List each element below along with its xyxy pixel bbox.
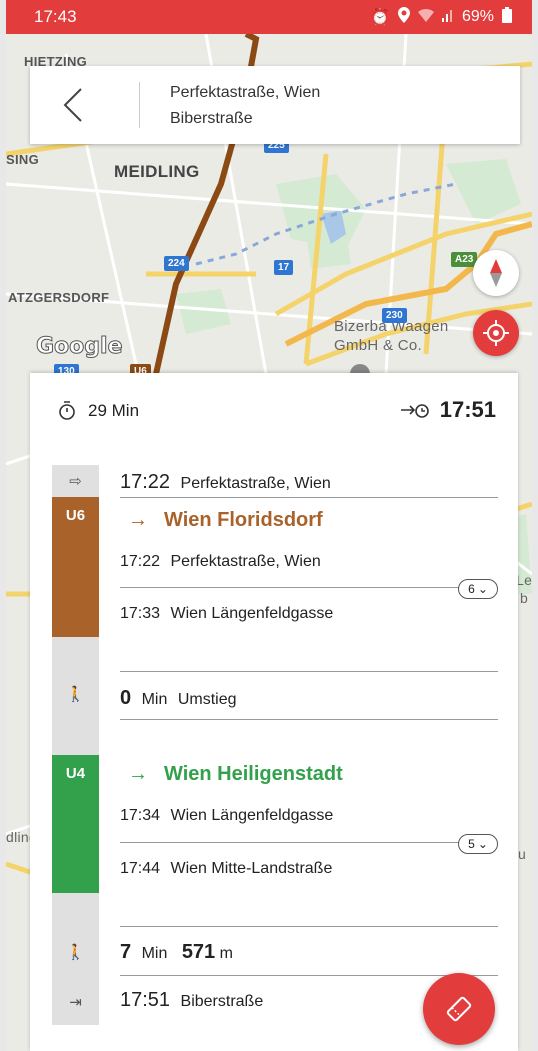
route-summary: 29 Min 17:51 [30,373,518,449]
map-label-u: u [518,846,527,862]
walk-distance-unit: m [219,945,233,962]
walk-icon: 🚶 [66,944,85,961]
battery-icon [502,6,512,28]
wifi-icon [417,8,434,27]
divider [120,587,478,588]
compass-icon [490,259,502,287]
u6-to: 17:33 Wien Längenfeldgasse [120,605,498,623]
u4-stops-count: 5 [468,837,475,851]
u4-from-stop: Wien Längenfeldgasse [170,807,334,824]
u4-direction-label: Wien Heiligenstadt [164,763,343,785]
map-label-poi-2: GmbH & Co. [334,337,423,354]
u4-to-stop: Wien Mitte-Landstraße [170,860,333,877]
line-u4-badge: U4 [65,765,86,782]
u4-from: 17:34 Wien Längenfeldgasse [120,807,498,825]
road-shield-230: 230 [382,308,407,323]
transfer-label: Umstieg [177,691,237,708]
transfer: 0 Min Umstieg [120,687,498,710]
chevron-down-icon: ⌄ [477,837,488,851]
ticket-icon [446,996,472,1022]
road-shield-17: 17 [274,260,294,275]
walk-icon: 🚶 [66,686,85,703]
divider [120,926,498,927]
divider [120,719,498,720]
transfer-unit: Min [141,691,168,708]
my-location-button[interactable] [473,310,519,356]
u6-direction[interactable]: → Wien Floridsdorf [128,509,323,532]
u6-to-stop: Wien Längenfeldgasse [170,605,334,622]
start-icon: ⇨ [69,473,82,490]
u6-stops-count: 6 [468,582,475,596]
compass-button[interactable] [473,250,519,296]
rail-u4: U4 [52,755,99,893]
stopwatch-icon [59,401,75,420]
road-shield-224: 224 [164,256,189,271]
divider [120,497,498,498]
origin-field[interactable]: Perfektastraße, Wien [170,84,320,102]
end-icon: ⇥ [69,994,82,1011]
divider [120,671,498,672]
line-u6-badge: U6 [65,507,86,524]
arrival-time: 17:51 [439,397,496,422]
map-label-leo: Leo [516,572,532,588]
transfer-minutes: 0 [120,687,132,709]
end-stop: Biberstraße [180,993,264,1010]
arrival-icon [400,404,429,418]
signal-icon [441,8,454,27]
status-bar: 17:43 ⏰ 69% [6,0,532,34]
walk-distance: 571 [181,941,216,963]
u4-from-time: 17:34 [120,807,161,824]
u4-to-time: 17:44 [120,860,161,877]
u6-from: 17:22 Perfektastraße, Wien [120,553,498,571]
u4-stops-toggle[interactable]: 5 ⌄ [458,834,498,854]
status-time: 17:43 [34,7,77,26]
direction-arrow-icon: → [128,763,148,785]
back-icon [63,88,82,122]
search-divider [139,82,140,128]
map-label-atzgersdorf: ATZGERSDORF [8,290,110,305]
start-time: 17:22 [120,471,171,493]
back-button[interactable] [48,80,98,130]
walk-minutes: 7 [120,941,132,963]
u6-from-time: 17:22 [120,553,161,570]
rail-u6: U6 [52,497,99,637]
locate-icon [483,320,509,346]
u4-direction[interactable]: → Wien Heiligenstadt [128,763,343,786]
arrival: 17:51 [400,397,496,423]
u6-to-time: 17:33 [120,605,161,622]
map-label-sing: SING [6,152,39,167]
buy-ticket-button[interactable] [423,973,495,1045]
u6-stops-toggle[interactable]: 6 ⌄ [458,579,498,599]
route-search-card[interactable]: Perfektastraße, Wien Biberstraße [30,66,520,144]
route-details-sheet[interactable]: 29 Min 17:51 ⇨ U6 🚶 U4 🚶 ⇥ 17:22 Perfekt… [30,373,518,1051]
location-icon [397,6,410,28]
divider [120,842,478,843]
rail-transfer: 🚶 [52,637,99,755]
duration: 29 Min [58,401,139,421]
chevron-down-icon: ⌄ [477,582,488,596]
direction-arrow-icon: → [128,509,148,531]
rail-walk-end: 🚶 ⇥ [52,893,99,1025]
divider [120,975,498,976]
rail-start: ⇨ [52,465,99,497]
status-icons: ⏰ 69% [370,6,512,28]
end-time: 17:51 [120,989,171,1011]
leg-start[interactable]: 17:22 Perfektastraße, Wien [120,471,498,494]
u4-to: 17:44 Wien Mitte-Landstraße [120,860,498,878]
u6-from-stop: Perfektastraße, Wien [170,553,321,570]
u6-direction-label: Wien Floridsdorf [164,509,323,531]
destination-field[interactable]: Biberstraße [170,110,253,128]
walk-min-unit: Min [141,945,168,962]
google-logo: Google [36,334,123,360]
duration-text: 29 Min [88,401,140,420]
map-label-meidling: MEIDLING [114,162,200,181]
map-label-b: b [520,590,529,606]
alarm-icon: ⏰ [370,9,390,26]
battery-text: 69% [461,8,494,25]
start-stop: Perfektastraße, Wien [180,475,331,492]
walk-segment: 7 Min 571 m [120,941,498,964]
